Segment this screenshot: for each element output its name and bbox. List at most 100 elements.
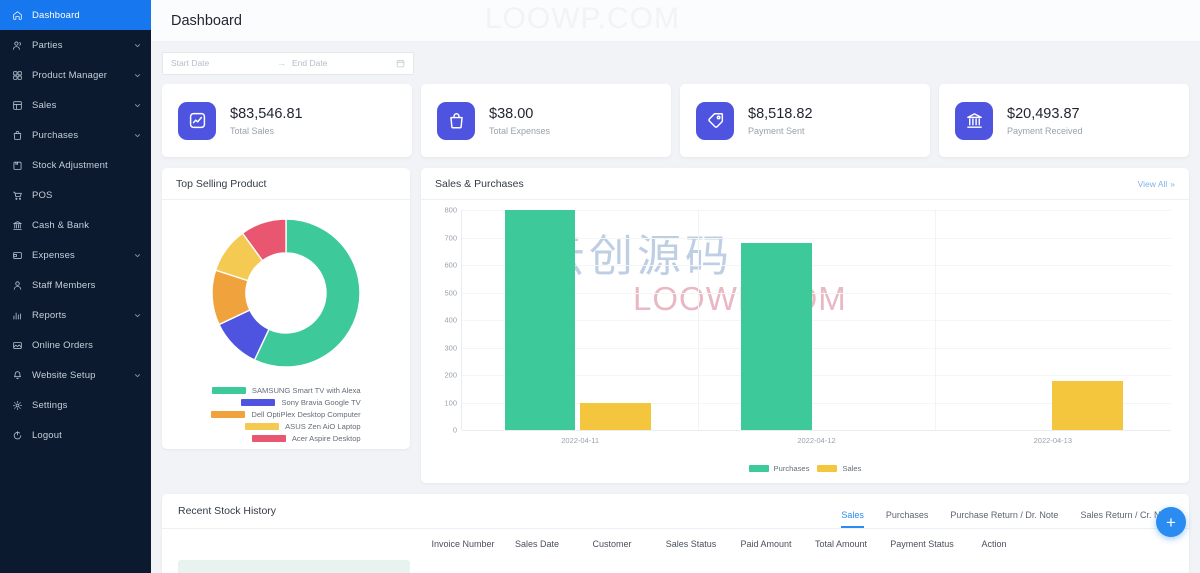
recent-stock-table-header: Invoice Number Sales Date Customer Sales St… [162,528,1189,558]
legend-swatch [245,422,280,430]
chevron-down-icon[interactable] [133,131,142,140]
legend-swatch [211,410,246,418]
y-axis-tick: 0 [452,425,457,435]
legend-label: ASUS Zen AiO Laptop [285,421,361,431]
legend-label: SAMSUNG Smart TV with Alexa [251,385,361,395]
receipt-icon [11,99,24,112]
sidebar-item-label: Dashboard [32,9,80,21]
watermark-header: LOOWP.COM [484,2,680,35]
category-divider [698,210,700,430]
legend-label: Dell OptiPlex Desktop Computer [251,409,361,419]
chevron-down-icon[interactable] [133,251,142,260]
bell-icon [11,369,24,382]
donut-legend: SAMSUNG Smart TV with Alexa Sony Bravia G… [211,384,361,444]
y-axis-tick: 500 [444,288,457,297]
stat-label: Total Sales [230,126,275,137]
donut-legend-item[interactable]: Acer Aspire Desktop [211,432,361,444]
chevron-down-icon[interactable] [133,41,142,50]
sidebar-item-label: Staff Members [32,279,96,291]
column-header: Sales Date [514,538,560,549]
recent-stock-section: Recent Stock History Sales Purchases Purch… [151,483,1200,573]
sidebar-item-cash-bank[interactable]: Cash & Bank [0,210,151,240]
cart-icon [11,189,24,202]
sidebar: Dashboard Parties Product Manager Sales Purc… [0,0,151,573]
stat-value: $20,493.87 [1007,105,1080,122]
chevron-down-icon[interactable] [133,71,142,80]
sidebar-item-label: Purchases [32,129,79,141]
sidebar-item-dashboard[interactable]: Dashboard [0,0,151,30]
sidebar-item-online-orders[interactable]: Online Orders [0,330,151,360]
stat-label: Payment Sent [748,126,805,137]
sidebar-item-staff-members[interactable]: Staff Members [0,270,151,300]
topbar: Dashboard LOOWP.COM [151,0,1200,42]
stat-label: Total Expenses [489,126,551,137]
donut-legend-item[interactable]: ASUS Zen AiO Laptop [211,420,361,432]
image-icon [11,339,24,352]
sidebar-item-settings[interactable]: Settings [0,390,151,420]
bar-purchases[interactable] [504,210,576,430]
stat-value: $83,546.81 [230,105,303,122]
bar-legend-item[interactable]: Sales [817,464,861,473]
bar-sales[interactable] [579,402,651,430]
legend-swatch [211,386,246,394]
sidebar-item-expenses[interactable]: Expenses [0,240,151,270]
top-selling-product-panel: Top Selling Product SAMSUNG Smart TV wit… [162,168,410,449]
bar-sales[interactable] [1052,380,1124,430]
sidebar-item-sales[interactable]: Sales [0,90,151,120]
sidebar-item-parties[interactable]: Parties [0,30,151,60]
column-header: Customer [592,538,632,549]
sidebar-item-reports[interactable]: Reports [0,300,151,330]
bar-chart-legend: Purchases Sales [435,464,1175,473]
sidebar-item-logout[interactable]: Logout [0,420,151,450]
bar-chart-area: 云创源码 LOOWP.COM 0100200300400500600700800… [421,200,1189,478]
donut-legend-item[interactable]: Dell OptiPlex Desktop Computer [211,408,361,420]
add-button[interactable]: + [1156,507,1186,537]
sidebar-item-label: Online Orders [32,339,94,351]
tag-icon [696,101,734,140]
tab-purchases[interactable]: Purchases [886,510,929,528]
sidebar-item-website-setup[interactable]: Website Setup [0,360,151,390]
sidebar-item-label: Cash & Bank [32,219,90,231]
chevron-down-icon[interactable] [133,311,142,320]
donut-legend-item[interactable]: Sony Bravia Google TV [211,396,361,408]
chevron-down-icon[interactable] [133,101,142,110]
stat-value: $38.00 [489,105,534,122]
wallet-icon [11,249,24,262]
sidebar-item-label: Parties [32,39,63,51]
date-range-picker[interactable]: → [162,51,414,75]
gear-icon [11,399,24,412]
home-icon [11,9,24,22]
y-axis-tick: 100 [444,398,457,407]
sidebar-item-label: Stock Adjustment [32,159,108,171]
column-header: Sales Status [665,538,717,549]
recent-stock-header: Recent Stock History Sales Purchases Purch… [162,494,1189,528]
legend-label: Acer Aspire Desktop [291,433,361,443]
sidebar-item-product-manager[interactable]: Product Manager [0,60,151,90]
sidebar-item-purchases[interactable]: Purchases [0,120,151,150]
legend-swatch [251,434,286,442]
charts-row: Top Selling Product SAMSUNG Smart TV wit… [151,157,1200,483]
donut-chart-area: SAMSUNG Smart TV with Alexa Sony Bravia G… [162,200,410,444]
recent-stock-tabs: Sales Purchases Purchase Return / Dr. Note… [841,494,1173,528]
legend-swatch [817,465,838,472]
chevron-down-icon[interactable] [133,371,142,380]
end-date-input[interactable] [292,58,392,68]
start-date-input[interactable] [171,58,271,68]
grid-icon [11,69,24,82]
sidebar-item-stock-adjustment[interactable]: Stock Adjustment [0,150,151,180]
legend-label: Purchases [773,464,810,473]
tab-sales[interactable]: Sales [841,510,864,528]
shopping-bag-icon [437,101,475,140]
x-axis-tick: 2022-04-12 [797,436,836,445]
view-all-link[interactable]: View All » [1138,179,1175,189]
tab-purchase-return-dr-note[interactable]: Purchase Return / Dr. Note [950,510,1058,528]
bar-legend-item[interactable]: Purchases [748,464,810,473]
stat-card-payment-received: $20,493.87 Payment Received [939,84,1189,157]
calendar-icon[interactable] [396,59,405,68]
bar-purchases[interactable] [740,243,812,430]
y-axis-tick: 300 [444,343,457,352]
donut-legend-item[interactable]: SAMSUNG Smart TV with Alexa [211,384,361,396]
legend-label: Sales [842,464,862,473]
sidebar-item-pos[interactable]: POS [0,180,151,210]
date-filter-bar: → [151,42,1200,84]
